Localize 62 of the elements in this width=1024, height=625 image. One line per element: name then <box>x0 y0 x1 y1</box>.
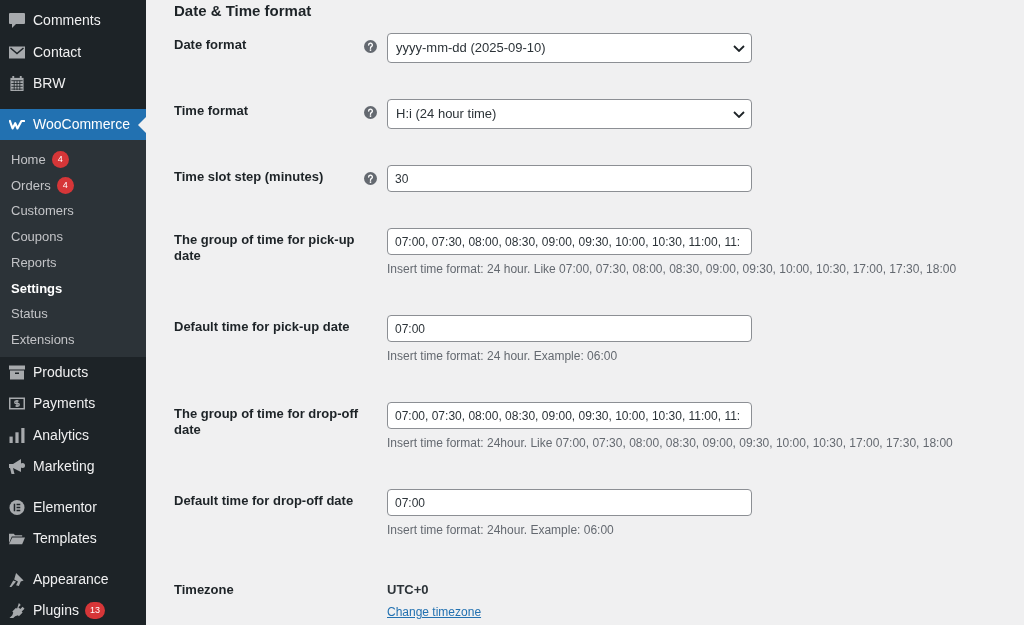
text-input[interactable]: 30 <box>387 165 752 192</box>
text-input[interactable]: 07:00, 07:30, 08:00, 08:30, 09:00, 09:30, 10:00, 10:30, 11:00, 11: <box>387 228 752 255</box>
notification-badge: 4 <box>51 151 69 169</box>
submenu-item[interactable]: Coupons <box>0 224 146 250</box>
field-label: Default time for pick-up date <box>174 318 351 335</box>
field-label: Time format <box>174 102 250 119</box>
comment-bubble-icon <box>8 13 25 29</box>
field-label: Timezone <box>174 581 235 598</box>
notification-badge: 13 <box>84 602 105 620</box>
circle-bars-icon <box>8 499 25 515</box>
sidebar-menu-item[interactable]: BRW <box>0 68 146 100</box>
sidebar-menu-item[interactable]: Elementor <box>0 491 146 523</box>
calendar-icon <box>8 76 25 92</box>
dollar-bill-icon <box>8 396 25 412</box>
field-label: The group of time for pick-up date <box>174 231 356 264</box>
sidebar-menu-item[interactable]: Comments <box>0 5 146 37</box>
submenu-item[interactable]: Reports <box>0 249 146 276</box>
sidebar-menu-item[interactable]: Templates <box>0 523 146 555</box>
chevron-down-icon <box>733 44 745 52</box>
field-label: Date format <box>174 36 248 53</box>
field-value-text: UTC+0 <box>387 581 430 599</box>
envelope-icon <box>8 44 25 60</box>
megaphone-icon <box>8 459 25 475</box>
sidebar-menu-item[interactable]: WooCommerce <box>0 108 146 140</box>
sidebar-menu-item[interactable]: Products <box>0 356 146 388</box>
sidebar-menu-item[interactable]: Contact <box>0 36 146 68</box>
field-hint: Insert time format: 24hour. Like 07:00, 07:30, 08:00, 08:30, 09:00, 09:30, 10:00, 10:30, 17:00, 17:30, 18:00 <box>387 435 953 452</box>
menu-pointer-icon <box>138 116 146 133</box>
text-input[interactable]: 07:00 <box>387 489 752 516</box>
help-icon[interactable] <box>364 172 377 185</box>
section-heading: Date & Time format <box>174 1 313 21</box>
sidebar-menu-item[interactable]: Marketing <box>0 451 146 483</box>
field-label: Default time for drop-off date <box>174 492 355 509</box>
field-label: The group of time for drop-off date <box>174 405 360 438</box>
change-link[interactable]: Change timezone <box>387 603 482 621</box>
sidebar-menu-item[interactable]: Payments <box>0 388 146 420</box>
bar-chart-icon <box>8 427 25 443</box>
text-input[interactable]: 07:00, 07:30, 08:00, 08:30, 09:00, 09:30, 10:00, 10:30, 11:00, 11: <box>387 402 752 429</box>
field-hint: Insert time format: 24hour. Example: 06:00 <box>387 522 614 539</box>
folder-icon <box>8 531 25 547</box>
help-icon[interactable] <box>364 106 377 119</box>
field-label: Time slot step (minutes) <box>174 168 325 185</box>
archive-box-icon <box>8 364 25 380</box>
dropdown-select[interactable]: yyyy-mm-dd (2025-09-10) <box>387 33 752 63</box>
sidebar-menu-item[interactable]: Analytics <box>0 419 146 451</box>
submenu-item[interactable]: Home 4 <box>0 147 146 173</box>
sidebar-menu-item[interactable]: Plugins 13 <box>0 595 146 625</box>
dropdown-select[interactable]: H:i (24 hour time) <box>387 99 752 129</box>
plug-icon <box>8 603 25 619</box>
submenu-item[interactable]: Customers <box>0 198 146 225</box>
submenu-item[interactable]: Extensions <box>0 326 146 353</box>
submenu-item[interactable]: Settings <box>0 275 146 302</box>
field-hint: Insert time format: 24 hour. Like 07:00, 07:30, 08:00, 08:30, 09:00, 09:30, 10:00, 10:30, 17:00, 17:30, 18:00 <box>387 261 957 278</box>
chevron-down-icon <box>733 110 745 118</box>
sidebar-menu-item[interactable]: Appearance <box>0 563 146 595</box>
paintbrush-icon <box>8 571 25 587</box>
text-input[interactable]: 07:00 <box>387 315 752 342</box>
help-icon[interactable] <box>364 40 377 53</box>
field-hint: Insert time format: 24 hour. Example: 06:00 <box>387 348 618 365</box>
submenu-item[interactable]: Status <box>0 301 146 327</box>
submenu-item[interactable]: Orders 4 <box>0 172 146 199</box>
notification-badge: 4 <box>56 177 74 195</box>
